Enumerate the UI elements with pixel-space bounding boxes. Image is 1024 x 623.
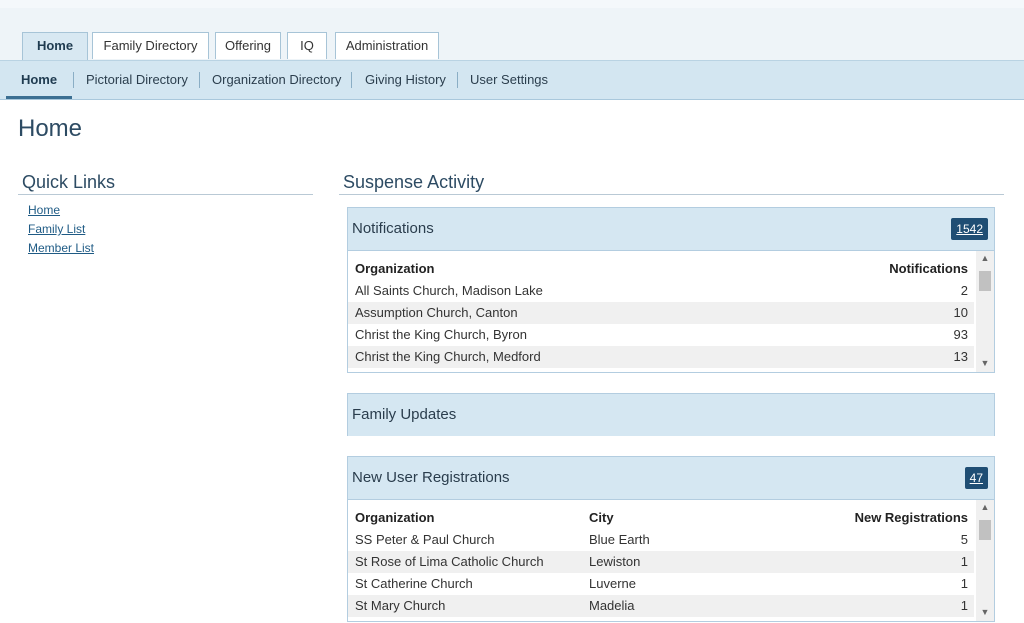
notifications-grid: Organization Notifications All Saints Ch… (348, 251, 994, 372)
organization-cell: Assumption Church, Canton (355, 305, 518, 320)
column-header-organization: Organization (355, 510, 435, 525)
registrations-scrollbar[interactable]: ▲ ▼ (976, 500, 994, 621)
page-title: Home (18, 115, 83, 142)
table-row[interactable]: All Saints Church, Madison Lake 2 (348, 280, 974, 302)
main-tab-bar: Home Family Directory Offering IQ Admini… (0, 8, 1024, 61)
scroll-down-arrow-icon[interactable]: ▼ (976, 605, 994, 619)
tab-family-directory[interactable]: Family Directory (92, 32, 209, 59)
notifications-header-row: Organization Notifications (348, 258, 974, 280)
organization-cell: St Catherine Church (355, 576, 473, 591)
subnav-organization-directory[interactable]: Organization Directory (212, 61, 341, 99)
table-row[interactable]: Assumption Church, Canton 10 (348, 302, 974, 324)
table-row[interactable]: St Catherine Church Luverne 1 (348, 573, 974, 595)
top-strip (0, 0, 1024, 8)
city-cell: Madelia (589, 598, 635, 613)
subnav-separator (457, 72, 458, 88)
column-header-notifications: Notifications (889, 261, 968, 276)
registrations-title: New User Registrations (352, 469, 510, 486)
registrations-count-cell: 1 (960, 554, 968, 569)
scroll-down-arrow-icon[interactable]: ▼ (976, 356, 994, 370)
table-row[interactable]: Christ the King Church, Medford 13 (348, 346, 974, 368)
city-cell: Luverne (589, 576, 636, 591)
subnav-giving-history[interactable]: Giving History (365, 61, 446, 99)
notifications-count-cell: 10 (953, 305, 968, 320)
subnav-separator (199, 72, 200, 88)
scroll-up-arrow-icon[interactable]: ▲ (976, 251, 994, 265)
notifications-count-cell: 93 (953, 327, 968, 342)
city-cell: Lewiston (589, 554, 641, 569)
registrations-grid: Organization City New Registrations SS P… (348, 500, 994, 621)
suspense-activity-divider (339, 194, 1004, 195)
column-header-new-registrations: New Registrations (854, 510, 968, 525)
column-header-city: City (589, 510, 614, 525)
scroll-up-arrow-icon[interactable]: ▲ (976, 500, 994, 514)
subnav-home[interactable]: Home (6, 61, 72, 99)
registrations-count-cell: 1 (960, 576, 968, 591)
subnav-separator (73, 72, 74, 88)
organization-cell: St Rose of Lima Catholic Church (355, 554, 544, 569)
family-updates-panel[interactable]: Family Updates (347, 393, 995, 436)
tab-administration[interactable]: Administration (335, 32, 439, 59)
subnav-separator (351, 72, 352, 88)
family-updates-header: Family Updates (348, 394, 994, 436)
notifications-scrollbar[interactable]: ▲ ▼ (976, 251, 994, 372)
table-row[interactable]: Christ the King Church, Byron 93 (348, 324, 974, 346)
registrations-count-badge[interactable]: 47 (964, 467, 988, 489)
quick-links-title: Quick Links (22, 172, 116, 192)
scrollbar-thumb[interactable] (979, 520, 991, 540)
family-updates-title: Family Updates (352, 406, 457, 423)
notifications-title: Notifications (352, 220, 434, 237)
table-row[interactable]: SS Peter & Paul Church Blue Earth 5 (348, 529, 974, 551)
tab-iq[interactable]: IQ (287, 32, 327, 59)
notifications-header: Notifications 1542 (348, 208, 994, 251)
city-cell: Blue Earth (589, 532, 650, 547)
table-row[interactable]: St Rose of Lima Catholic Church Lewiston… (348, 551, 974, 573)
registrations-count-cell: 5 (960, 532, 968, 547)
registrations-header: New User Registrations 47 (348, 457, 994, 500)
suspense-activity-title: Suspense Activity (343, 172, 485, 192)
quick-link-home[interactable]: Home (28, 203, 60, 217)
subnav-user-settings[interactable]: User Settings (470, 61, 548, 99)
organization-cell: St Mary Church (355, 598, 446, 613)
scrollbar-thumb[interactable] (979, 271, 991, 291)
organization-cell: Christ the King Church, Medford (355, 349, 541, 364)
column-header-organization: Organization (355, 261, 435, 276)
tab-home[interactable]: Home (22, 32, 88, 60)
sub-navigation: Home Pictorial Directory Organization Di… (0, 61, 1024, 100)
quick-links-divider (18, 194, 313, 195)
tab-offering[interactable]: Offering (215, 32, 281, 59)
notifications-count-badge[interactable]: 1542 (951, 218, 988, 240)
notifications-count-cell: 2 (960, 283, 968, 298)
registrations-header-row: Organization City New Registrations (348, 507, 974, 529)
organization-cell: Christ the King Church, Byron (355, 327, 527, 342)
quick-link-member-list[interactable]: Member List (28, 241, 94, 255)
organization-cell: SS Peter & Paul Church (355, 532, 495, 547)
subnav-pictorial-directory[interactable]: Pictorial Directory (86, 61, 188, 99)
registrations-count-cell: 1 (960, 598, 968, 613)
quick-link-family-list[interactable]: Family List (28, 222, 85, 236)
new-user-registrations-panel: New User Registrations 47 Organization C… (347, 456, 995, 622)
organization-cell: All Saints Church, Madison Lake (355, 283, 543, 298)
notifications-panel: Notifications 1542 Organization Notifica… (347, 207, 995, 373)
table-row[interactable]: St Mary Church Madelia 1 (348, 595, 974, 617)
notifications-count-cell: 13 (953, 349, 968, 364)
